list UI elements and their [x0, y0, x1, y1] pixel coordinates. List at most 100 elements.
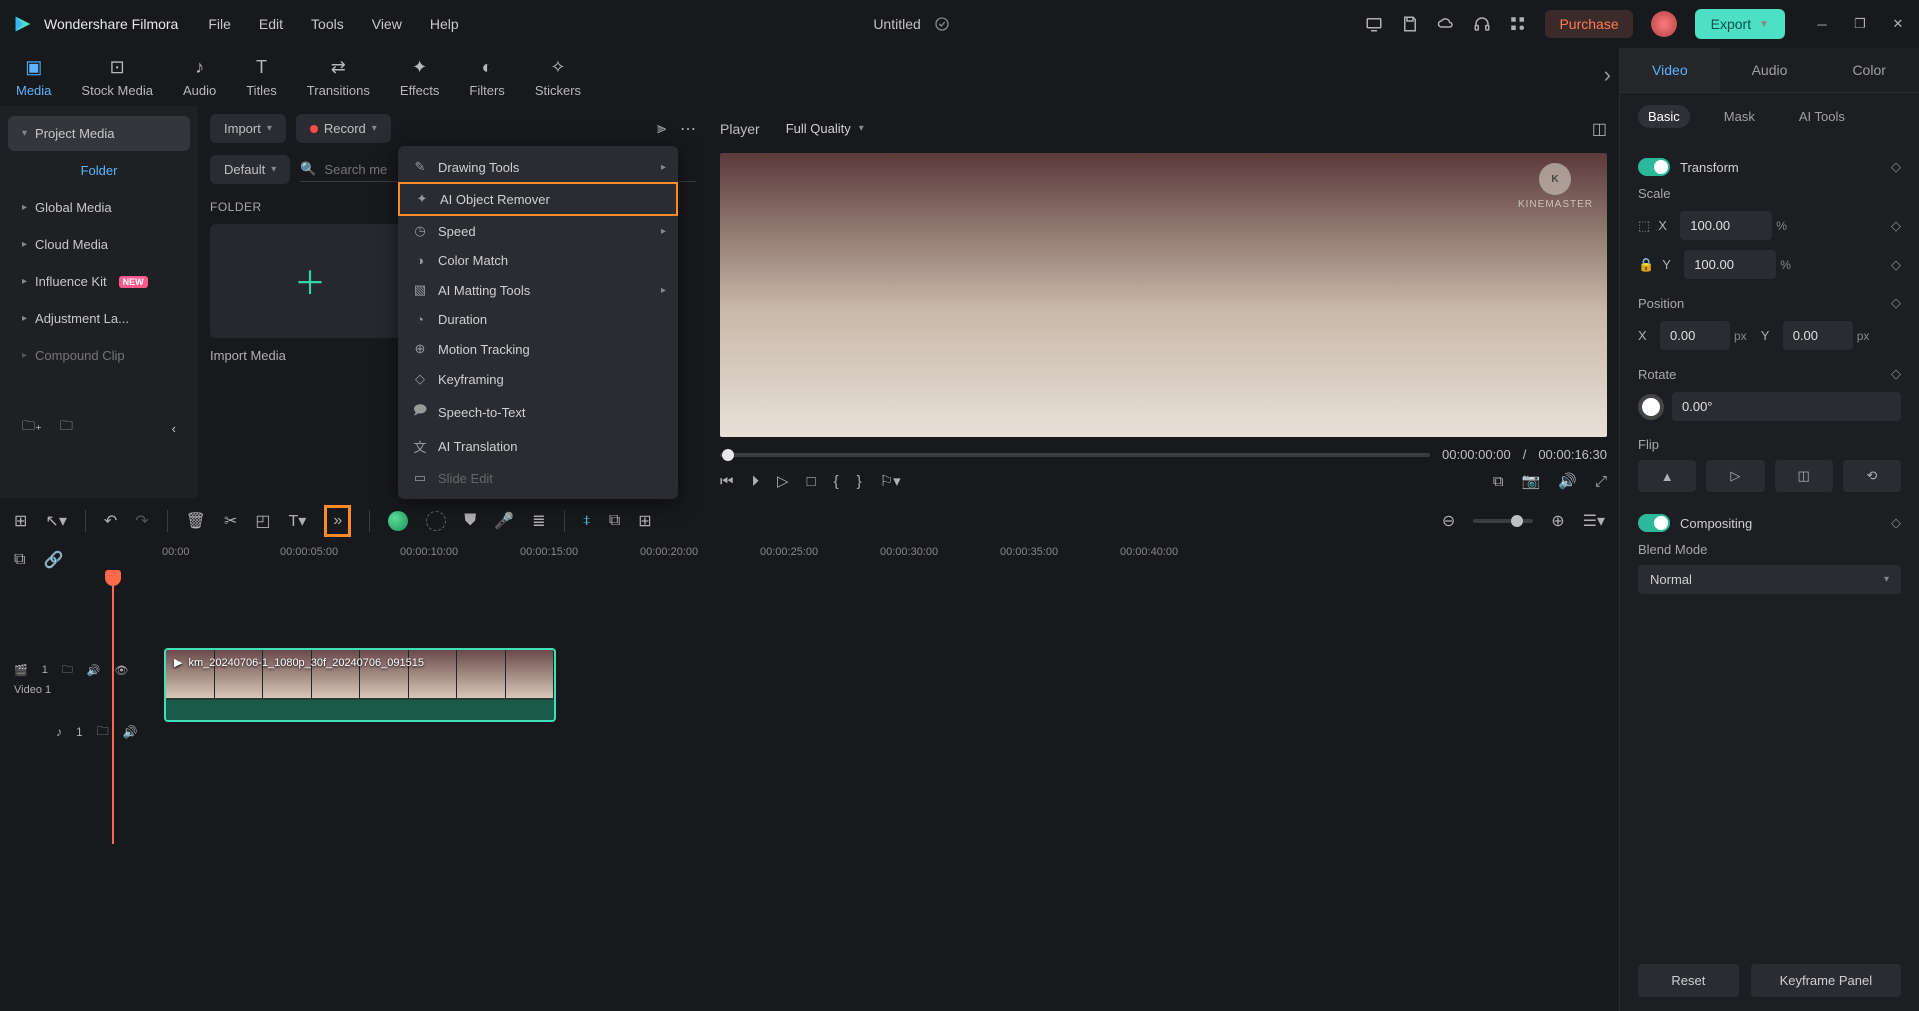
mute-icon[interactable]: 🔊 [87, 664, 101, 677]
sidebar-folder[interactable]: Folder [8, 153, 190, 188]
fullscreen-icon[interactable]: ⤢ [1595, 473, 1607, 490]
menu-help[interactable]: Help [430, 16, 459, 32]
zoom-out-icon[interactable]: ⊖ [1442, 511, 1455, 531]
cm-motion-tracking[interactable]: ⊕ Motion Tracking [398, 334, 678, 364]
zoom-slider[interactable] [1473, 519, 1533, 523]
subtab-mask[interactable]: Mask [1714, 105, 1765, 128]
record-button[interactable]: Record▾ [296, 114, 391, 143]
headphones-icon[interactable] [1473, 15, 1491, 33]
menu-file[interactable]: File [208, 16, 231, 32]
group-icon[interactable]: ⧉ [609, 512, 620, 530]
quality-select[interactable]: Full Quality ▾ [774, 114, 876, 143]
menu-edit[interactable]: Edit [259, 16, 283, 32]
lock-icon[interactable]: 🗀 [97, 722, 109, 743]
apps-icon[interactable] [1509, 15, 1527, 33]
subtab-ai-tools[interactable]: AI Tools [1789, 105, 1855, 128]
sort-default[interactable]: Default▾ [210, 155, 290, 184]
mark-out-icon[interactable]: } [857, 473, 862, 490]
crop-icon[interactable]: ◰ [255, 511, 270, 531]
minimize-icon[interactable]: ─ [1813, 15, 1831, 33]
ruler-link-icon[interactable]: 🔗 [43, 550, 63, 570]
preview-viewport[interactable]: K KINEMASTER [720, 153, 1607, 437]
mark-in-icon[interactable]: { [834, 473, 839, 490]
more-tools-icon[interactable]: » [324, 505, 351, 537]
filter-icon[interactable]: ⫸ [657, 119, 666, 139]
lock-icon[interactable]: 🔒 [1638, 257, 1654, 273]
keyframe-icon[interactable]: ◇ [1891, 366, 1901, 382]
props-tab-color[interactable]: Color [1819, 48, 1919, 92]
export-button[interactable]: Export ▼ [1695, 9, 1785, 39]
more-icon[interactable]: ⋯ [680, 119, 696, 139]
maximize-icon[interactable]: ❐ [1851, 15, 1869, 33]
track-view-icon[interactable]: ☰▾ [1583, 511, 1605, 531]
play-icon[interactable]: ▷ [777, 472, 789, 490]
ribbon-stock[interactable]: ⊡ Stock Media [81, 57, 153, 98]
ribbon-transitions[interactable]: ⇄ Transitions [307, 57, 370, 98]
ruler-copy-icon[interactable]: ⧉ [14, 550, 25, 570]
flip-vertical[interactable]: ▷ [1706, 460, 1764, 492]
cloud-icon[interactable] [1437, 15, 1455, 33]
cm-ai-object-remover[interactable]: ✦ AI Object Remover [398, 182, 678, 216]
pos-x-input[interactable] [1660, 321, 1730, 350]
subtab-basic[interactable]: Basic [1638, 105, 1690, 128]
compositing-toggle[interactable] [1638, 514, 1670, 532]
redo-icon[interactable]: ↷ [135, 511, 148, 531]
rotate-wheel[interactable] [1638, 394, 1664, 420]
keyframe-icon[interactable]: ◇ [1891, 295, 1901, 311]
sidebar-influence-kit[interactable]: ▸ Influence Kit NEW [8, 264, 190, 299]
sidebar-cloud-media[interactable]: ▸ Cloud Media [8, 227, 190, 262]
eye-icon[interactable]: 👁 [115, 664, 129, 677]
text-tool-icon[interactable]: T▾ [289, 511, 307, 531]
snapshot-icon[interactable]: 📷 [1522, 472, 1541, 490]
cm-drawing-tools[interactable]: ✎ Drawing Tools ▸ [398, 152, 678, 182]
menu-view[interactable]: View [372, 16, 402, 32]
cm-color-match[interactable]: ◑ Color Match [398, 246, 678, 275]
collapse-sidebar-icon[interactable]: ‹ [172, 421, 176, 436]
prev-frame-icon[interactable]: ⏮ [720, 473, 734, 490]
ribbon-audio[interactable]: ♪ Audio [183, 57, 216, 98]
split-icon[interactable]: ✂ [224, 511, 237, 531]
marker-icon[interactable]: ⚐▾ [880, 472, 901, 490]
new-folder-icon[interactable]: 🗀₊ [22, 417, 42, 439]
save-icon[interactable] [1401, 15, 1419, 33]
lock-icon[interactable]: 🗀 [62, 661, 73, 680]
keyframe-icon[interactable]: ◇ [1891, 218, 1901, 234]
props-tab-video[interactable]: Video [1620, 48, 1720, 92]
time-ruler[interactable]: ⧉ 🔗 00:00 00:00:05:00 00:00:10:00 00:00:… [0, 544, 1619, 584]
undo-icon[interactable]: ↶ [104, 511, 117, 531]
lock-open-icon[interactable]: ⬚ [1638, 218, 1650, 234]
keyframe-icon[interactable]: ◇ [1891, 515, 1901, 531]
stop-icon[interactable]: □ [807, 473, 816, 490]
mixer-icon[interactable]: ≣ [532, 511, 545, 531]
keyframe-icon[interactable]: ◇ [1891, 257, 1901, 273]
keyframe-panel-button[interactable]: Keyframe Panel [1751, 964, 1901, 997]
ribbon-titles[interactable]: T Titles [246, 57, 277, 98]
cm-speed[interactable]: ◷ Speed ▸ [398, 216, 678, 246]
ribbon-effects[interactable]: ✦ Effects [400, 57, 440, 98]
add-track-icon[interactable]: ⊞ [638, 511, 651, 531]
green-screen-icon[interactable] [388, 511, 408, 531]
ribbon-filters[interactable]: ◐ Filters [469, 57, 504, 98]
import-media-tile[interactable]: ＋ [210, 224, 410, 338]
ribbon-next-icon[interactable]: › [1604, 62, 1611, 88]
ribbon-media[interactable]: ▣ Media [16, 57, 51, 98]
mute-icon[interactable]: 🔊 [123, 725, 138, 739]
props-tab-audio[interactable]: Audio [1720, 48, 1820, 92]
shield-icon[interactable]: ⛊ [464, 512, 476, 530]
user-avatar[interactable] [1651, 11, 1677, 37]
layout-icon[interactable]: ⊞ [14, 511, 27, 531]
transform-keyframe-icon[interactable]: ◇ [1891, 159, 1901, 175]
cm-ai-matting[interactable]: ▧ AI Matting Tools ▸ [398, 275, 678, 305]
cm-speech-to-text[interactable]: 🗩 Speech-to-Text [398, 394, 678, 430]
cm-ai-translation[interactable]: 文 AI Translation [398, 430, 678, 463]
transform-toggle[interactable] [1638, 158, 1670, 176]
folder-icon[interactable]: 🗀 [60, 417, 73, 439]
volume-icon[interactable]: 🔊 [1558, 472, 1577, 490]
video-clip[interactable]: ▶ km_20240706-1_1080p_30f_20240706_09151… [164, 648, 556, 722]
cloud-sync-icon[interactable] [933, 15, 951, 33]
device-icon[interactable] [1365, 15, 1383, 33]
mic-icon[interactable]: 🎤 [494, 511, 514, 531]
flip-horizontal[interactable]: ▲ [1638, 460, 1696, 492]
flip-reset[interactable]: ⟲ [1843, 460, 1901, 492]
zoom-in-icon[interactable]: ⊕ [1551, 511, 1564, 531]
